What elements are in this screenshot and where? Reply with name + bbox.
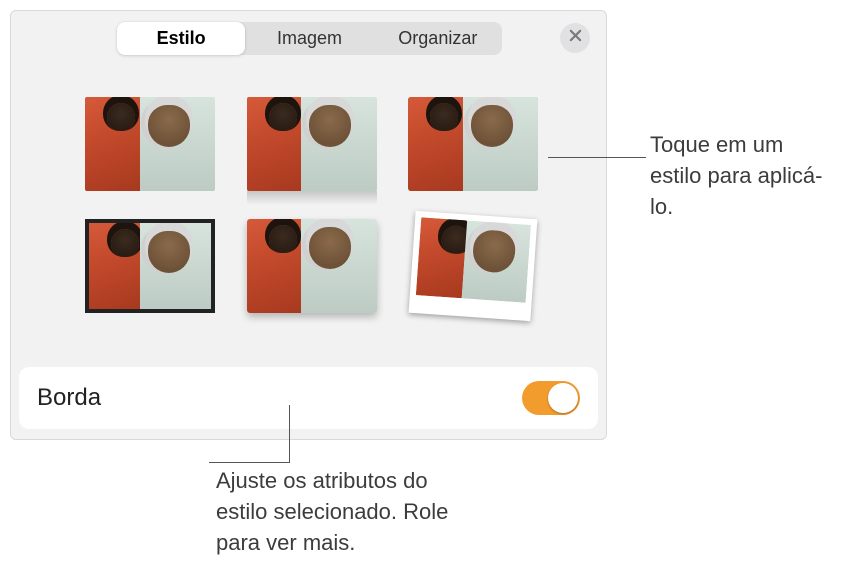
callout-leader-2v <box>289 405 290 462</box>
tab-style-label: Estilo <box>157 28 206 49</box>
format-panel: Estilo Imagem Organizar <box>10 10 607 440</box>
close-icon <box>569 29 582 47</box>
tab-image[interactable]: Imagem <box>245 22 373 55</box>
callout-leader-2h <box>209 462 290 463</box>
style-thumb-polaroid[interactable] <box>408 219 538 313</box>
border-row: Borda <box>19 367 598 429</box>
tab-arrange[interactable]: Organizar <box>374 22 502 55</box>
tab-arrange-label: Organizar <box>398 28 477 49</box>
style-thumb-thin-border[interactable] <box>408 97 538 191</box>
style-thumb-reflection[interactable] <box>247 97 377 191</box>
tab-style[interactable]: Estilo <box>117 22 245 55</box>
callout-adjust-attrs: Ajuste os atributos do estilo selecionad… <box>216 466 476 558</box>
close-button[interactable] <box>560 23 590 53</box>
style-thumb-thick-border[interactable] <box>85 219 215 313</box>
callout-apply-style: Toque em um estilo para aplicá-lo. <box>650 130 830 222</box>
tab-image-label: Imagem <box>277 28 342 49</box>
toggle-knob <box>548 383 578 413</box>
format-tabs: Estilo Imagem Organizar <box>117 22 502 55</box>
border-toggle[interactable] <box>522 381 580 415</box>
border-label: Borda <box>37 384 101 412</box>
callout-leader-1 <box>548 157 646 158</box>
style-thumb-plain[interactable] <box>85 97 215 191</box>
style-grid <box>85 97 540 313</box>
style-thumb-shadow[interactable] <box>247 219 377 313</box>
